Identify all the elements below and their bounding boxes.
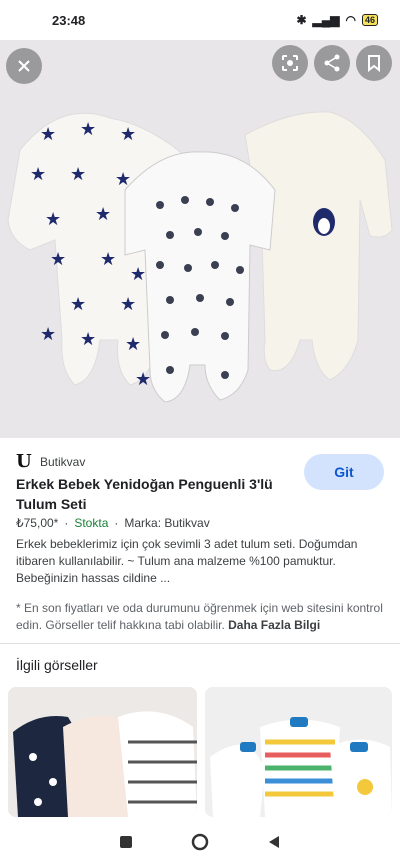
back-icon[interactable] xyxy=(267,835,281,849)
bookmark-button[interactable] xyxy=(356,45,392,81)
status-time: 23:48 xyxy=(52,12,86,28)
svg-text:★: ★ xyxy=(95,204,111,225)
svg-text:★: ★ xyxy=(70,164,86,185)
lens-icon xyxy=(282,55,298,71)
system-nav-bar xyxy=(0,818,400,866)
svg-text:★: ★ xyxy=(80,329,96,350)
source-row[interactable]: U Butikvav xyxy=(16,452,85,472)
separator-dot: · xyxy=(64,516,69,530)
status-icons: ✱ ▂▄▆ ◠ 46 xyxy=(296,13,378,27)
price: ₺75,00* xyxy=(16,516,59,530)
svg-text:★: ★ xyxy=(40,124,56,145)
related-thumb-1-image xyxy=(8,687,197,817)
svg-text:★: ★ xyxy=(40,324,56,345)
brand: Marka: Butikvav xyxy=(124,516,210,530)
close-icon xyxy=(18,60,30,72)
bluetooth-icon: ✱ xyxy=(296,13,307,27)
hero-image[interactable]: ★★★ ★★★★ ★★★ ★★★ ★★ ★★ ★★ xyxy=(0,40,400,438)
hero-photo: ★★★ ★★★★ ★★★ ★★★ ★★ ★★ ★★ xyxy=(0,40,400,438)
lens-button[interactable] xyxy=(272,45,308,81)
related-thumb-2-image xyxy=(205,687,392,817)
share-button[interactable] xyxy=(314,45,350,81)
svg-text:★: ★ xyxy=(120,124,136,145)
svg-text:★: ★ xyxy=(45,209,61,230)
divider xyxy=(0,643,400,644)
battery-icon: 46 xyxy=(361,14,378,26)
svg-text:★: ★ xyxy=(130,264,146,285)
related-title: İlgili görseller xyxy=(16,657,98,673)
svg-text:★: ★ xyxy=(70,294,86,315)
svg-text:★: ★ xyxy=(80,119,96,140)
svg-text:★: ★ xyxy=(125,334,141,355)
meta-row: ₺75,00* · Stokta · Marka: Butikvav xyxy=(16,516,210,530)
stock-status: Stokta xyxy=(74,516,109,530)
description: Erkek bebeklerimiz için çok sevimli 3 ad… xyxy=(16,537,358,585)
related-thumb-1[interactable] xyxy=(8,687,197,817)
bookmark-icon xyxy=(368,55,380,72)
status-bar: 23:48 ✱ ▂▄▆ ◠ 46 xyxy=(0,0,400,40)
home-icon[interactable] xyxy=(191,833,209,851)
go-button[interactable]: Git xyxy=(304,454,384,490)
related-thumb-2[interactable] xyxy=(205,687,392,817)
svg-text:★: ★ xyxy=(120,294,136,315)
svg-text:★: ★ xyxy=(135,369,151,390)
share-icon xyxy=(324,54,340,72)
more-info-link[interactable]: Daha Fazla Bilgi xyxy=(228,618,320,632)
source-name: Butikvav xyxy=(40,455,86,469)
svg-text:★: ★ xyxy=(100,249,116,270)
separator-dot: · xyxy=(114,516,119,530)
close-button[interactable] xyxy=(6,48,42,84)
source-logo: U xyxy=(16,451,32,472)
result-title[interactable]: Erkek Bebek Yenidoğan Penguenli 3'lü Tul… xyxy=(16,474,296,514)
notice: * En son fiyatları ve oda durumunu öğren… xyxy=(16,600,388,634)
recents-icon[interactable] xyxy=(119,835,133,849)
wifi-icon: ◠ xyxy=(345,13,356,27)
battery-level: 46 xyxy=(364,15,375,25)
signal-icon: ▂▄▆ xyxy=(312,13,340,27)
svg-text:★: ★ xyxy=(30,164,46,185)
notice-text: * En son fiyatları ve oda durumunu öğren… xyxy=(16,601,383,632)
svg-text:★: ★ xyxy=(50,249,66,270)
